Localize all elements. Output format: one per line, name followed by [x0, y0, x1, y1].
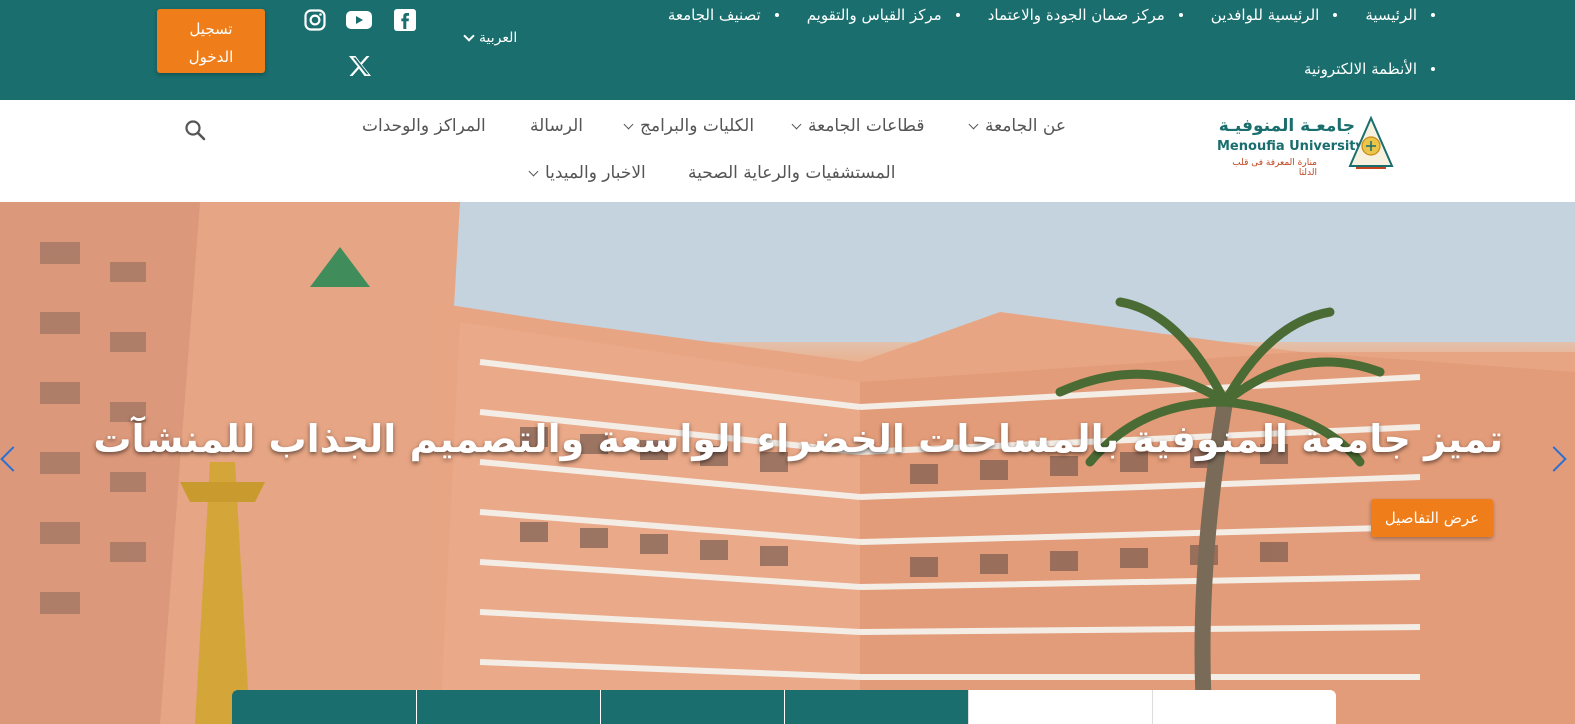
chevron-down-icon — [463, 30, 475, 42]
quick-link-quality[interactable]: مركز ضمان الجودة والاعتماد — [988, 6, 1183, 24]
nav-item-label: قطاعات الجامعة — [808, 116, 925, 136]
quick-tab[interactable] — [784, 690, 968, 724]
chevron-down-icon — [623, 119, 634, 129]
nav-item-hospitals[interactable]: المستشفيات والرعاية الصحية — [688, 163, 895, 183]
hero-slider: تميز جامعة المنوفية بالمساحات الخضراء ال… — [0, 202, 1575, 724]
nav-item-about[interactable]: عن الجامعة — [968, 116, 1066, 136]
nav-item-label: المراكز والوحدات — [362, 116, 486, 136]
bullet-icon — [1431, 13, 1435, 17]
quick-link-label: الرئيسية للوافدين — [1210, 6, 1320, 24]
login-label-line-1: تسجيل — [189, 20, 233, 38]
bullet-icon — [1431, 67, 1435, 71]
language-switcher[interactable]: العربية — [463, 30, 518, 46]
search-icon[interactable] — [183, 118, 207, 142]
nav-item-centers[interactable]: المراكز والوحدات — [362, 116, 486, 136]
view-details-button[interactable]: عرض التفاصيل — [1371, 499, 1493, 537]
quick-links: الرئيسية الرئيسية للوافدين مركز ضمان الج… — [535, 0, 1435, 84]
quick-links-row-2: الأنظمة الالكترونية — [535, 54, 1435, 84]
bullet-icon — [1333, 13, 1338, 17]
quick-tab[interactable] — [600, 690, 784, 724]
university-emblem-icon — [1348, 116, 1394, 169]
facebook-icon[interactable] — [392, 7, 418, 33]
bullet-icon — [955, 13, 960, 17]
quick-access-tabs — [232, 690, 1336, 724]
quick-links-row-1: الرئيسية الرئيسية للوافدين مركز ضمان الج… — [535, 0, 1435, 30]
chevron-down-icon — [968, 119, 979, 129]
top-bar: الرئيسية الرئيسية للوافدين مركز ضمان الج… — [0, 0, 1575, 100]
login-button[interactable]: تسجيل الدخول — [157, 9, 265, 73]
bullet-icon — [1178, 13, 1183, 17]
logo-name-arabic: جامعـة المنوفيـة — [1218, 116, 1355, 136]
quick-link-label: الرئيسية — [1365, 6, 1417, 24]
x-icon[interactable] — [347, 53, 373, 79]
nav-item-label: المستشفيات والرعاية الصحية — [688, 163, 896, 183]
nav-item-label: عن الجامعة — [985, 116, 1066, 136]
nav-item-mission[interactable]: الرسالة — [530, 116, 583, 136]
quick-link-e-systems[interactable]: الأنظمة الالكترونية — [1304, 60, 1435, 78]
quick-link-label: مركز القياس والتقويم — [806, 6, 942, 24]
main-navbar: جامعـة المنوفيـة Menoufia University منا… — [0, 100, 1575, 202]
bullet-icon — [774, 13, 779, 17]
quick-tab[interactable] — [1152, 690, 1336, 724]
hero-title: تميز جامعة المنوفية بالمساحات الخضراء ال… — [93, 417, 1503, 461]
logo-tagline: منارة المعرفة فى قلب الدلتا — [1232, 158, 1317, 178]
logo-name-english: Menoufia University — [1217, 139, 1364, 154]
instagram-icon[interactable] — [302, 7, 328, 33]
nav-item-label: الكليات والبرامج — [640, 116, 755, 136]
nav-item-label: الرسالة — [530, 116, 584, 136]
quick-link-label: تصنيف الجامعة — [667, 6, 761, 24]
chevron-down-icon — [528, 166, 539, 176]
quick-link-label: مركز ضمان الجودة والاعتماد — [987, 6, 1165, 24]
language-label: العربية — [479, 30, 518, 46]
quick-link-label: الأنظمة الالكترونية — [1303, 60, 1417, 78]
quick-tab[interactable] — [968, 690, 1152, 724]
quick-link-ranking[interactable]: تصنيف الجامعة — [668, 6, 779, 24]
nav-item-label: الاخبار والميديا — [545, 163, 646, 183]
university-logo[interactable]: جامعـة المنوفيـة Menoufia University منا… — [1215, 114, 1395, 178]
chevron-down-icon — [791, 119, 802, 129]
nav-item-faculties[interactable]: الكليات والبرامج — [623, 116, 755, 136]
quick-link-home[interactable]: الرئيسية — [1365, 6, 1435, 24]
youtube-icon[interactable] — [346, 7, 372, 33]
hero-building-image — [0, 202, 1575, 724]
quick-link-international[interactable]: الرئيسية للوافدين — [1211, 6, 1338, 24]
quick-tab[interactable] — [232, 690, 416, 724]
nav-item-sectors[interactable]: قطاعات الجامعة — [791, 116, 925, 136]
quick-link-assessment[interactable]: مركز القياس والتقويم — [807, 6, 960, 24]
nav-item-news-media[interactable]: الاخبار والميديا — [528, 163, 646, 183]
login-label-line-2: الدخول — [188, 48, 234, 66]
quick-tab[interactable] — [416, 690, 600, 724]
